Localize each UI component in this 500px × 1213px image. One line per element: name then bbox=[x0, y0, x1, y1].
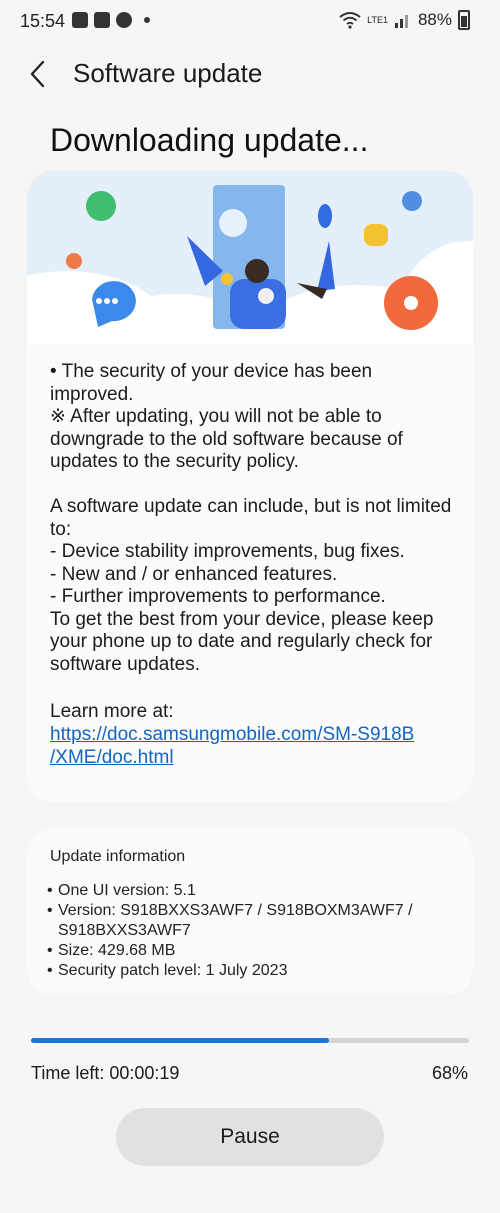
info-size: Size: 429.68 MB bbox=[47, 941, 447, 961]
back-arrow-icon bbox=[30, 60, 45, 88]
lte-label: LTE1 bbox=[367, 14, 388, 25]
update-info-list: One UI version: 5.1 Version: S918BXXS3AW… bbox=[47, 881, 447, 981]
release-notes-card[interactable]: • The security of your device has been i… bbox=[27, 171, 473, 802]
update-illustration bbox=[27, 171, 473, 345]
download-progress-fill bbox=[31, 1038, 329, 1043]
gallery-notification-icon bbox=[94, 12, 110, 28]
page-title: Software update bbox=[73, 58, 263, 88]
pause-button[interactable]: Pause bbox=[116, 1108, 384, 1166]
update-info-title: Update information bbox=[50, 848, 186, 865]
release-notes-text: • The security of your device has been i… bbox=[50, 361, 452, 675]
progress-percent: 68% bbox=[431, 1063, 468, 1083]
time-left-label: Time left: 00:00:19 bbox=[31, 1063, 180, 1083]
more-notifications-icon bbox=[144, 17, 150, 23]
learn-more-label: Learn more at: bbox=[50, 701, 174, 722]
wifi-icon bbox=[339, 12, 361, 29]
update-info-card: Update information One UI version: 5.1 V… bbox=[27, 828, 473, 995]
system-status: LTE1 88% bbox=[339, 10, 470, 30]
info-version: Version: S918BXXS3AWF7 / S918BOXM3AWF7 /… bbox=[47, 901, 447, 941]
whatsapp-notification-icon bbox=[116, 12, 132, 28]
notification-icons bbox=[72, 12, 150, 28]
status-time: 15:54 bbox=[20, 11, 66, 31]
download-status-heading: Downloading update... bbox=[50, 122, 369, 158]
app-header: Software update bbox=[0, 52, 500, 96]
music-notification-icon bbox=[72, 12, 88, 28]
battery-percent: 88% bbox=[417, 10, 452, 29]
download-progress-bar bbox=[31, 1038, 469, 1043]
status-bar: 15:54 LTE1 88% bbox=[0, 0, 500, 44]
info-security-patch: Security patch level: 1 July 2023 bbox=[47, 961, 447, 981]
release-notes-link[interactable]: https://doc.samsungmobile.com/SM-S918B /… bbox=[50, 724, 450, 769]
battery-icon bbox=[458, 10, 470, 30]
signal-icon bbox=[394, 15, 408, 28]
back-button[interactable] bbox=[22, 56, 52, 92]
info-one-ui-version: One UI version: 5.1 bbox=[47, 881, 447, 901]
